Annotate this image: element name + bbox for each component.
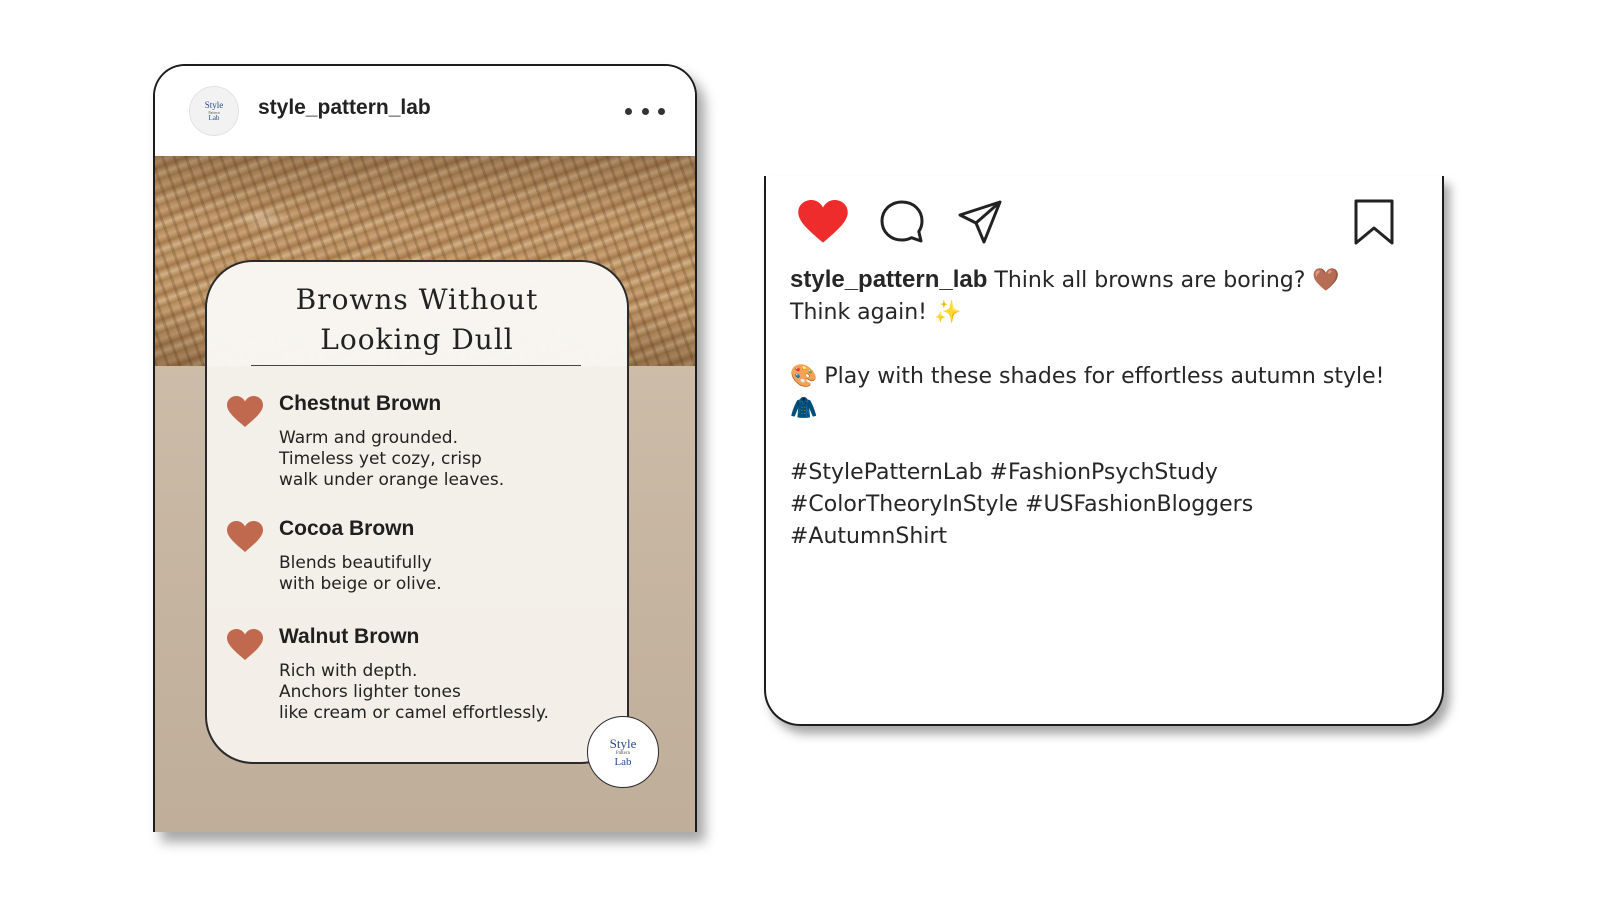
hashtag-link[interactable]: #USFashionBloggers — [1025, 492, 1253, 517]
dot — [658, 107, 665, 115]
description-line: Timeless yet cozy, crisp — [279, 449, 482, 469]
hashtag-link[interactable]: #StylePatternLab — [790, 460, 983, 485]
description-line: Anchors lighter tones — [279, 682, 461, 702]
description-line: Rich with depth. — [279, 661, 418, 681]
logo-text: Style — [609, 735, 637, 751]
post-username[interactable]: style_pattern_lab — [258, 96, 431, 120]
caption-first-line: style_pattern_lab Think all browns are b… — [790, 264, 1420, 297]
color-name: Cocoa Brown — [279, 517, 415, 540]
card-title-line: Browns Without — [295, 283, 539, 316]
hashtag-link[interactable]: #AutumnShirt — [790, 524, 947, 549]
color-name: Chestnut Brown — [279, 392, 442, 415]
card-title-line: Looking Dull — [320, 323, 514, 356]
hashtag-line: #ColorTheoryInStyle #USFashionBloggers — [790, 489, 1420, 521]
color-description: Warm and grounded. Timeless yet cozy, cr… — [279, 428, 504, 491]
hashtag-line: #AutumnShirt — [790, 521, 1420, 553]
comment-icon[interactable] — [878, 198, 926, 246]
card-title: Browns Without Looking Dull — [207, 280, 627, 360]
action-bar — [766, 176, 1442, 266]
hashtag-line: #StylePatternLab #FashionPsychStudy — [790, 457, 1420, 489]
avatar-logo-text: Lab — [208, 113, 220, 122]
color-tips-card: Browns Without Looking Dull Chestnut Bro… — [205, 260, 629, 764]
description-line: Warm and grounded. — [279, 428, 458, 448]
color-description: Blends beautifully with beige or olive. — [279, 553, 442, 595]
avatar-logo-text: Style — [204, 99, 224, 110]
bookmark-icon[interactable] — [1352, 198, 1396, 246]
profile-avatar[interactable]: Style Pattern Lab — [189, 86, 239, 136]
caption-card: style_pattern_lab Think all browns are b… — [764, 176, 1444, 726]
color-description: Rich with depth. Anchors lighter tones l… — [279, 661, 549, 724]
dot — [641, 107, 649, 115]
caption-emoji: 🧥 — [790, 396, 818, 421]
post-image: Browns Without Looking Dull Chestnut Bro… — [155, 156, 695, 832]
dot — [625, 107, 632, 115]
divider — [251, 365, 581, 366]
send-icon[interactable] — [956, 198, 1004, 246]
post-caption: style_pattern_lab Think all browns are b… — [790, 264, 1420, 553]
description-line: walk under orange leaves. — [279, 470, 505, 490]
description-line: with beige or olive. — [279, 574, 442, 594]
caption-username[interactable]: style_pattern_lab — [790, 266, 987, 293]
description-line: Blends beautifully — [279, 553, 432, 573]
hashtag-link[interactable]: #ColorTheoryInStyle — [790, 492, 1018, 517]
color-name: Walnut Brown — [279, 625, 420, 648]
hashtag-link[interactable]: #FashionPsychStudy — [990, 460, 1218, 485]
heart-icon — [227, 396, 263, 427]
caption-text: 🎨 Play with these shades for effortless … — [790, 364, 1385, 389]
heart-icon — [227, 521, 263, 552]
caption-text: Think again! ✨ — [790, 300, 962, 325]
description-line: like cream or camel effortlessly. — [279, 703, 549, 723]
more-options-icon[interactable] — [625, 104, 665, 118]
heart-icon — [227, 629, 263, 660]
instagram-post: Style Pattern Lab style_pattern_lab Brow… — [153, 64, 697, 832]
logo-text: Lab — [614, 755, 632, 768]
post-header: Style Pattern Lab style_pattern_lab — [155, 66, 695, 156]
caption-text: Think all browns are boring? 🤎 — [994, 268, 1340, 293]
style-pattern-lab-logo: Style Pattern Lab — [587, 716, 659, 788]
heart-filled-icon[interactable] — [798, 200, 848, 244]
